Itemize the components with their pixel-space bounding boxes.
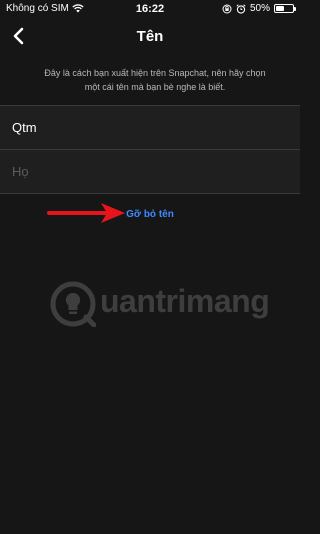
- page-title: Tên: [136, 28, 164, 45]
- last-name-input[interactable]: [12, 150, 288, 193]
- status-bar: Không có SIM 16:22 50%: [0, 0, 300, 17]
- lightbulb-logo-icon: [50, 281, 96, 327]
- last-name-field: [0, 149, 300, 194]
- watermark: uantrimang: [50, 281, 280, 327]
- watermark-text: uantrimang: [100, 283, 270, 319]
- nav-bar: Tên: [0, 17, 300, 57]
- first-name-field: [0, 105, 300, 149]
- remove-name-link[interactable]: Gỡ bỏ tên: [0, 209, 300, 220]
- orientation-lock-icon: [222, 4, 232, 13]
- battery-fill: [276, 6, 284, 11]
- description-text: Đây là cách bạn xuất hiện trên Snapchat,…: [44, 68, 266, 92]
- remove-name-label: Gỡ bỏ tên: [126, 209, 174, 220]
- alarm-icon: [236, 3, 246, 14]
- first-name-input[interactable]: [12, 106, 288, 149]
- battery-icon: [274, 4, 296, 13]
- status-right: 50%: [222, 3, 296, 14]
- battery-percent: 50%: [249, 3, 270, 14]
